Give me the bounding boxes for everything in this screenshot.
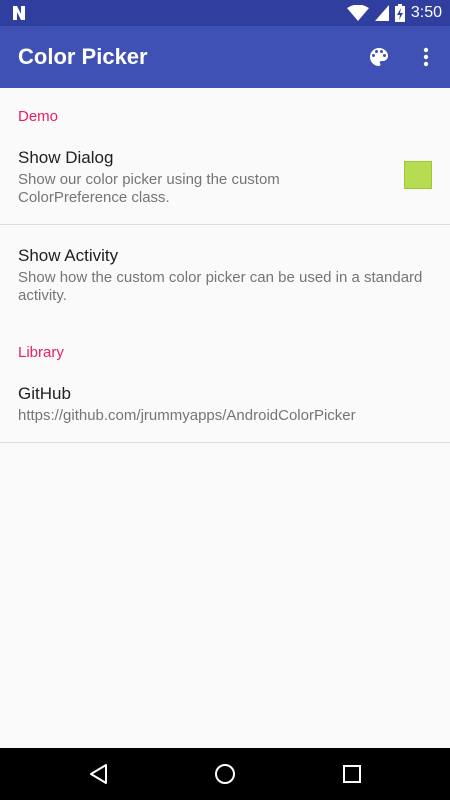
notification-n-icon (13, 6, 25, 20)
back-icon[interactable] (87, 762, 111, 786)
home-icon[interactable] (213, 762, 237, 786)
pref-github[interactable]: GitHub https://github.com/jrummyapps/And… (0, 372, 450, 442)
status-time: 3:50 (410, 4, 442, 21)
pref-show-dialog[interactable]: Show Dialog Show our color picker using … (0, 136, 450, 224)
recents-icon[interactable] (340, 762, 364, 786)
category-header-library: Library (18, 344, 64, 361)
app-title: Color Picker (18, 44, 148, 69)
pref-title: Show Activity (18, 246, 119, 265)
divider (0, 442, 450, 443)
signal-icon (374, 5, 389, 21)
navigation-bar (0, 748, 450, 800)
overflow-menu-icon[interactable] (414, 45, 438, 69)
pref-summary: activity. (18, 287, 67, 304)
wifi-icon (346, 5, 369, 21)
pref-summary: Show how the custom color picker can be … (18, 269, 423, 286)
preference-list: Demo Show Dialog Show our color picker u… (0, 88, 450, 748)
color-swatch[interactable] (404, 161, 432, 189)
battery-charging-icon (394, 4, 405, 22)
app-bar: Color Picker (0, 26, 450, 88)
divider (0, 224, 450, 225)
status-bar: 3:50 (0, 0, 450, 26)
category-header-demo: Demo (18, 108, 59, 125)
pref-title: Show Dialog (18, 148, 114, 167)
pref-show-activity[interactable]: Show Activity Show how the custom color … (0, 234, 450, 314)
pref-summary: Show our color picker using the custom (18, 171, 280, 188)
pref-summary: https://github.com/jrummyapps/AndroidCol… (18, 407, 356, 424)
palette-icon[interactable] (367, 45, 391, 69)
pref-summary: ColorPreference class. (18, 189, 170, 206)
pref-title: GitHub (18, 384, 71, 403)
